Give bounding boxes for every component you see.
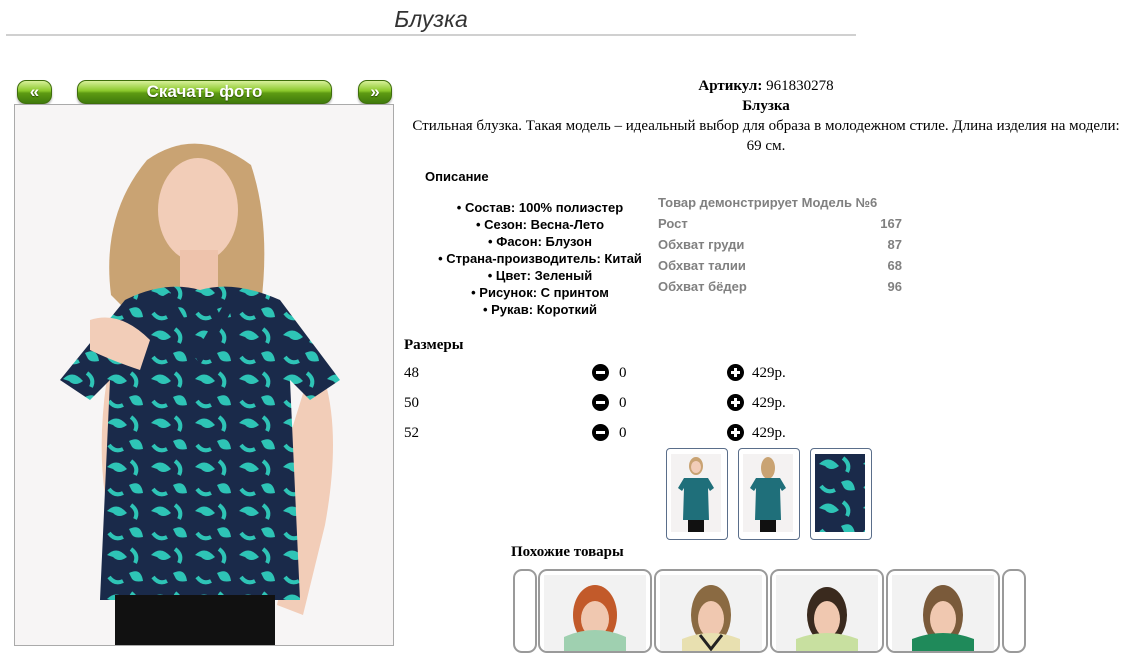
thumbnail-image [671, 454, 721, 532]
sizes-heading: Размеры [404, 337, 464, 353]
thumbnail-fabric[interactable] [810, 448, 872, 540]
price: 429р. [752, 425, 786, 441]
list-item: Сезон: Весна-Лето [420, 216, 660, 233]
next-photo-button[interactable]: » [358, 80, 392, 104]
similar-product-card[interactable] [886, 569, 1000, 653]
list-item: Рисунок: С принтом [420, 284, 660, 301]
similar-product-image [544, 575, 646, 651]
price: 429р. [752, 365, 786, 381]
size-label: 48 [404, 365, 419, 381]
increase-quantity-icon[interactable] [727, 364, 744, 381]
price: 429р. [752, 395, 786, 411]
similar-product-card[interactable] [654, 569, 768, 653]
model-params-table: Товар демонстрирует Модель №6 Рост 167 Об… [658, 192, 902, 297]
quantity-value: 0 [619, 365, 627, 381]
thumbnail-image [743, 454, 793, 532]
table-row: Обхват талии 68 [658, 258, 902, 273]
size-label: 52 [404, 425, 419, 441]
size-row-48: 48 0 429р. [404, 362, 824, 384]
similar-products-heading: Похожие товары [511, 544, 624, 560]
decrease-quantity-icon[interactable] [592, 424, 609, 441]
thumbnail-front[interactable] [666, 448, 728, 540]
product-name: Блузка [742, 98, 790, 114]
download-photo-button[interactable]: Скачать фото [77, 80, 332, 104]
product-info: Артикул: 961830278 Блузка Стильная блузк… [404, 76, 1128, 156]
quantity-value: 0 [619, 425, 627, 441]
prev-photo-button[interactable]: « [17, 80, 52, 104]
article-label: Артикул: [698, 78, 763, 94]
increase-quantity-icon[interactable] [727, 394, 744, 411]
model-wearing-blouse-image [60, 143, 340, 645]
table-row: Обхват бёдер 96 [658, 279, 902, 294]
list-item: Состав: 100% полиэстер [420, 199, 660, 216]
similar-product-image [892, 575, 994, 651]
table-row: Обхват груди 87 [658, 237, 902, 252]
similar-scroll-right[interactable] [1002, 569, 1026, 653]
description-heading: Описание [425, 169, 489, 184]
list-item: Фасон: Блузон [420, 233, 660, 250]
list-item: Цвет: Зеленый [420, 267, 660, 284]
size-row-50: 50 0 429р. [404, 392, 824, 414]
thumbnail-back[interactable] [738, 448, 800, 540]
product-photo[interactable] [14, 104, 394, 646]
similar-scroll-left[interactable] [513, 569, 537, 653]
similar-product-image [776, 575, 878, 651]
similar-product-image [660, 575, 762, 651]
list-item: Рукав: Короткий [420, 301, 660, 318]
similar-product-card[interactable] [770, 569, 884, 653]
quantity-value: 0 [619, 395, 627, 411]
similar-product-card[interactable] [538, 569, 652, 653]
size-label: 50 [404, 395, 419, 411]
table-row: Рост 167 [658, 216, 902, 231]
increase-quantity-icon[interactable] [727, 424, 744, 441]
description-list: Состав: 100% полиэстер Сезон: Весна-Лето… [420, 199, 660, 318]
thumbnail-image [815, 454, 865, 532]
page-title: Блузка [6, 4, 856, 36]
article-row: Артикул: 961830278 [404, 76, 1128, 96]
product-description: Стильная блузка. Такая модель – идеальны… [412, 118, 1120, 154]
article-value: 961830278 [766, 78, 834, 94]
model-params-heading: Товар демонстрирует Модель №6 [658, 195, 878, 210]
list-item: Страна-производитель: Китай [420, 250, 660, 267]
decrease-quantity-icon[interactable] [592, 364, 609, 381]
size-row-52: 52 0 429р. [404, 422, 824, 444]
decrease-quantity-icon[interactable] [592, 394, 609, 411]
